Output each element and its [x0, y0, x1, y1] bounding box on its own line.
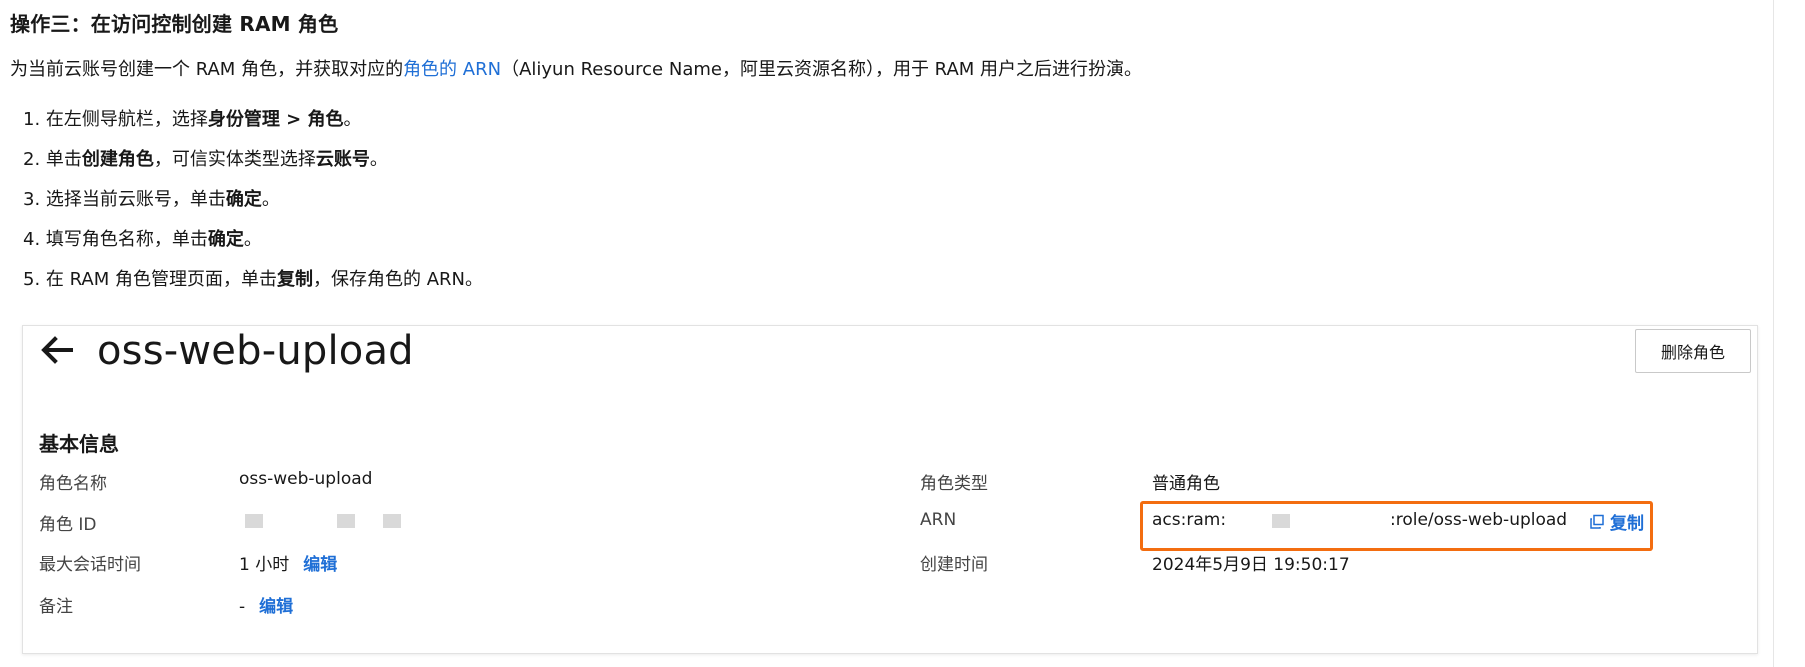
edit-note-link[interactable]: 编辑 [259, 597, 293, 617]
intro-text-after: （Aliyun Resource Name，阿里云资源名称），用于 RAM 用户… [501, 59, 1143, 80]
role-type-value: 普通角色 [1152, 474, 1220, 494]
step-text: 4. 填写角色名称，单击 [23, 229, 208, 250]
page-divider [1773, 0, 1774, 667]
role-name-label: 角色名称 [39, 474, 107, 494]
intro-paragraph: 为当前云账号创建一个 RAM 角色，并获取对应的角色的 ARN（Aliyun R… [10, 58, 1142, 82]
arn-prefix: acs:ram: [1152, 510, 1227, 530]
arn-label: ARN [920, 510, 957, 530]
step-item: 5. 在 RAM 角色管理页面，单击复制，保存角色的 ARN。 [23, 268, 483, 308]
step-text: ，保存角色的 ARN。 [312, 269, 483, 290]
step-text: ，可信实体类型选择 [153, 149, 316, 170]
max-session-text: 1 小时 [239, 555, 290, 575]
basic-info-heading: 基本信息 [39, 432, 119, 456]
step-bold: 确定 [207, 229, 244, 250]
role-detail-panel: oss-web-upload 删除角色 基本信息 角色名称 oss-web-up… [22, 325, 1758, 654]
intro-text-before: 为当前云账号创建一个 RAM 角色，并获取对应的 [10, 59, 404, 80]
max-session-value: 1 小时 编辑 [239, 550, 337, 575]
role-type-label: 角色类型 [920, 474, 988, 494]
role-arn-link[interactable]: 角色的 ARN [403, 59, 501, 80]
step-item: 1. 在左侧导航栏，选择身份管理 > 角色。 [23, 108, 483, 148]
delete-role-button[interactable]: 删除角色 [1635, 329, 1751, 373]
step-item: 4. 填写角色名称，单击确定。 [23, 228, 483, 268]
steps-list: 1. 在左侧导航栏，选择身份管理 > 角色。 2. 单击创建角色，可信实体类型选… [23, 108, 483, 308]
step-bold: 复制 [276, 269, 313, 290]
step-text: 2. 单击 [23, 149, 82, 170]
created-time-value: 2024年5月9日 19:50:17 [1152, 555, 1350, 575]
step-item: 2. 单击创建角色，可信实体类型选择云账号。 [23, 148, 483, 188]
role-id-label: 角色 ID [39, 515, 97, 535]
max-session-label: 最大会话时间 [39, 555, 141, 575]
arn-suffix: :role/oss-web-upload [1390, 510, 1568, 530]
step-text: 。 [261, 189, 280, 210]
step-text: 1. 在左侧导航栏，选择 [23, 109, 208, 130]
section-heading: 操作三：在访问控制创建 RAM 角色 [10, 12, 339, 36]
back-button[interactable] [37, 330, 77, 370]
role-title: oss-web-upload [97, 328, 414, 374]
note-label: 备注 [39, 597, 73, 617]
note-text: - [239, 597, 246, 617]
step-item: 3. 选择当前云账号，单击确定。 [23, 188, 483, 228]
step-bold: 确定 [225, 189, 262, 210]
step-bold: 身份管理 > 角色 [207, 109, 344, 130]
step-text: 。 [243, 229, 262, 250]
role-name-value: oss-web-upload [239, 469, 373, 489]
copy-arn-button[interactable]: 复制 [1589, 509, 1644, 534]
step-bold: 云账号 [315, 149, 370, 170]
note-value: - 编辑 [239, 592, 293, 617]
arrow-left-icon [41, 336, 73, 364]
redacted-block [337, 514, 355, 528]
redacted-block [245, 514, 263, 528]
redacted-block [383, 514, 401, 528]
created-time-label: 创建时间 [920, 555, 988, 575]
step-bold: 创建角色 [81, 149, 154, 170]
step-text: 5. 在 RAM 角色管理页面，单击 [23, 269, 277, 290]
step-text: 。 [343, 109, 362, 130]
copy-icon [1590, 514, 1604, 529]
step-text: 。 [369, 149, 388, 170]
redacted-block [1272, 514, 1290, 528]
copy-label: 复制 [1610, 514, 1644, 534]
edit-session-link[interactable]: 编辑 [303, 555, 337, 575]
step-text: 3. 选择当前云账号，单击 [23, 189, 226, 210]
